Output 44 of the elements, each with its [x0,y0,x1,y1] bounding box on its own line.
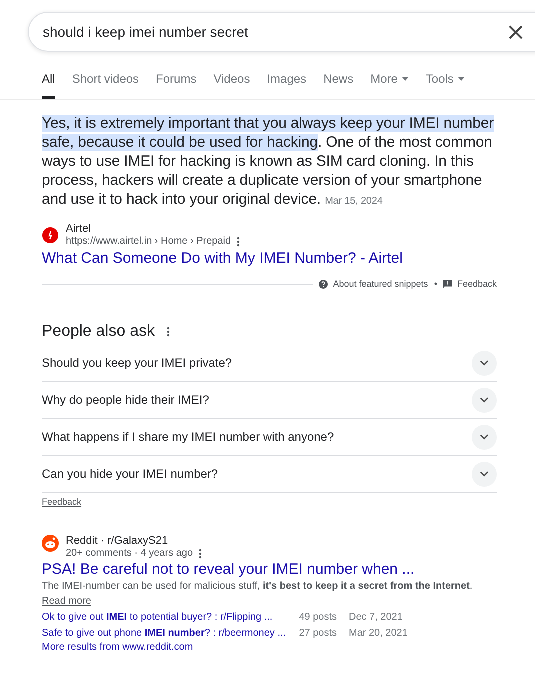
search-tab[interactable]: Short videos [72,72,140,99]
post-count: 49 posts [298,611,338,625]
feedback-icon [443,280,452,288]
question-row[interactable]: Should you keep your IMEI private? [42,345,497,382]
search-tab[interactable]: Tools [426,72,465,99]
search-tab[interactable]: All [42,72,56,99]
about-snippets-link[interactable]: About featured snippets [319,279,428,289]
source-url: https://www.airtel.in › Home › Prepaid [66,236,232,247]
snippet-text: Yes, it is extremely important that you always keep your IMEI number safe, because it could be used for hacking. One of the most common ways to use IMEI for hacking is known as SIM card cloning. In this process, hackers will create a duplicate version of your smartphone and use it to hack into your original device. Mar 15, 2024 [42,114,496,210]
question-row[interactable]: What happens if I share my IMEI number with anyone? [42,419,497,456]
result-snippet: The IMEI-number can be used for malicious stuff, it's best to keep it a secret from the Internet. Read more [42,580,474,609]
help-icon [319,280,328,288]
feedback-link[interactable]: Feedback [42,497,82,507]
more-results-link[interactable]: More results from www.reddit.com [42,641,497,655]
caret-icon [402,77,409,81]
post-date: Mar 20, 2021 [349,627,409,641]
search-tab[interactable]: Videos [214,72,250,99]
search-tab[interactable]: Images [267,72,307,99]
site-logo-icon [42,226,59,244]
feedback-link[interactable]: Feedback [443,279,497,289]
site-logo-icon [42,535,59,552]
question-row[interactable]: Can you hide your IMEI number? [42,456,497,493]
read-more-link[interactable]: Read more [42,596,92,607]
source-name: Reddit · r/GalaxyS21 [66,535,170,547]
result-title-link[interactable]: PSA! Be careful not to reveal your IMEI number when ... [42,561,497,578]
caret-icon [458,77,465,81]
section-heading: People also ask [42,323,155,341]
search-tab[interactable]: Forums [156,72,197,99]
search-tab[interactable]: More [370,72,409,99]
clear-button[interactable]: × [506,20,526,44]
more-options-icon[interactable] [199,548,202,558]
search-field[interactable]: should i keep imei number secret × [28,12,535,52]
result-meta: 20+ comments · 4 years ago [66,548,194,559]
source-name: Airtel [66,223,92,235]
sitelink[interactable]: Ok to give out IMEI to potential buyer? : r/Flipping ... [42,610,292,625]
post-count: 27 posts [298,627,338,641]
more-options-icon[interactable] [237,236,240,246]
separator-dot: • [434,279,438,289]
result-title-link[interactable]: What Can Someone Do with My IMEI Number? - Airtel [42,250,497,267]
post-date: Dec 7, 2021 [349,611,404,625]
search-tab[interactable]: News [324,72,354,99]
question-row[interactable]: Why do people hide their IMEI? [42,382,497,419]
more-options-icon[interactable] [166,327,170,337]
sitelink[interactable]: Safe to give out phone IMEI number? : r/beermoney ... [42,626,292,641]
